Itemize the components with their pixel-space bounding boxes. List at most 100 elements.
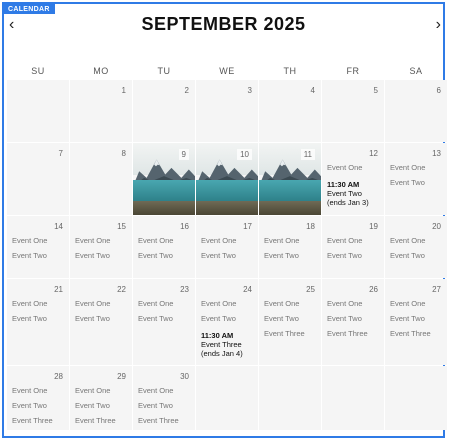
event-title[interactable]: Event One [12, 386, 47, 395]
event-title[interactable]: Event One [75, 299, 110, 308]
day-cell-7[interactable]: 7 [7, 143, 69, 215]
event-title[interactable]: Event One [327, 163, 362, 172]
day-cell-19[interactable]: 19 Event One Event Two [322, 216, 384, 278]
event-title[interactable]: Event One [390, 163, 425, 172]
day-cell-28[interactable]: 28 Event One Event Two Event Three [7, 366, 69, 430]
day-number: 1 [121, 86, 126, 95]
day-cell-26[interactable]: 26 Event One Event Two Event Three [322, 279, 384, 365]
event-title[interactable]: Event Three [138, 416, 179, 425]
event-title[interactable]: Event Three [12, 416, 53, 425]
weekday-mo: MO [93, 66, 109, 76]
event-title[interactable]: Event One [75, 386, 110, 395]
event-title[interactable]: Event Two [390, 314, 425, 323]
event-title[interactable]: Event Two [201, 251, 236, 260]
event-title[interactable]: Event Two [12, 401, 47, 410]
day-cell-20[interactable]: 20 Event One Event Two [385, 216, 447, 278]
day-cell-9[interactable]: 9 [133, 143, 195, 215]
event-title[interactable]: Event One [75, 236, 110, 245]
day-cell-21[interactable]: 21 Event One Event Two [7, 279, 69, 365]
event-title[interactable]: Event Two [264, 251, 299, 260]
day-cell-8[interactable]: 8 [70, 143, 132, 215]
day-number: 20 [432, 222, 441, 231]
event-title[interactable]: Event One [327, 236, 362, 245]
event-title[interactable]: Event Two [75, 401, 110, 410]
event-title[interactable]: Event Two [138, 314, 173, 323]
event-title[interactable]: Event Two [390, 178, 425, 187]
day-cell-24[interactable]: 24 Event One Event Two 11:30 AM Event Three(… [196, 279, 258, 365]
day-cell-17[interactable]: 17 Event One Event Two [196, 216, 258, 278]
event-title[interactable]: Event One [390, 299, 425, 308]
event-time-row: 11:30 AM [327, 180, 359, 189]
next-month-icon[interactable]: › [436, 17, 441, 33]
day-cell-16[interactable]: 16 Event One Event Two [133, 216, 195, 278]
empty-day-cell [7, 80, 69, 142]
day-number: 15 [117, 222, 126, 231]
event-title[interactable]: Event Two [75, 314, 110, 323]
event-title[interactable]: Event Two [201, 314, 236, 323]
event-title[interactable]: Event One [390, 236, 425, 245]
empty-day-cell [322, 366, 384, 430]
event-title[interactable]: Event Three [75, 416, 116, 425]
day-number: 30 [180, 372, 189, 381]
event-title[interactable]: Event One [264, 236, 299, 245]
day-number: 26 [369, 285, 378, 294]
day-cell-2[interactable]: 2 [133, 80, 195, 142]
day-cell-30[interactable]: 30 Event One Event Two Event Three [133, 366, 195, 430]
day-number: 24 [243, 285, 252, 294]
event-title[interactable]: Event Two [75, 251, 110, 260]
event-title[interactable]: Event Three [201, 340, 242, 349]
day-cell-23[interactable]: 23 Event One Event Two [133, 279, 195, 365]
event-title[interactable]: Event Two [12, 314, 47, 323]
event-title[interactable]: Event One [264, 299, 299, 308]
event-time: 11:30 AM [327, 180, 360, 189]
day-cell-13[interactable]: 13 Event One Event Two [385, 143, 447, 215]
event-title[interactable]: Event One [201, 236, 236, 245]
event-title[interactable]: Event Two [12, 251, 47, 260]
event-title[interactable]: Event Three [390, 329, 431, 338]
event-title[interactable]: Event One [12, 236, 47, 245]
day-cell-1[interactable]: 1 [70, 80, 132, 142]
event-title[interactable]: Event Two [138, 401, 173, 410]
day-cell-15[interactable]: 15 Event One Event Two [70, 216, 132, 278]
day-cell-25[interactable]: 25 Event One Event Two Event Three [259, 279, 321, 365]
event-title[interactable]: Event Two [138, 251, 173, 260]
event-title[interactable]: Event Three [327, 329, 368, 338]
day-number: 21 [54, 285, 63, 294]
event-title[interactable]: Event Three [264, 329, 305, 338]
day-number: 10 [237, 149, 252, 160]
day-number: 18 [306, 222, 315, 231]
event-title[interactable]: Event One [327, 299, 362, 308]
event-title[interactable]: Event One [138, 386, 173, 395]
weekday-su: SU [31, 66, 45, 76]
weekday-fr: FR [346, 66, 360, 76]
event-title[interactable]: Event One [12, 299, 47, 308]
event-note: (ends Jan 4) [201, 349, 243, 358]
event-title[interactable]: Event Two [264, 314, 299, 323]
day-cell-27[interactable]: 27 Event One Event Two Event Three [385, 279, 447, 365]
day-cell-22[interactable]: 22 Event One Event Two [70, 279, 132, 365]
day-cell-4[interactable]: 4 [259, 80, 321, 142]
day-cell-3[interactable]: 3 [196, 80, 258, 142]
day-cell-5[interactable]: 5 [322, 80, 384, 142]
event-title[interactable]: Event Two [327, 251, 362, 260]
day-cell-18[interactable]: 18 Event One Event Two [259, 216, 321, 278]
empty-day-cell [196, 366, 258, 430]
event-title[interactable]: Event Two [327, 189, 362, 198]
day-cell-6[interactable]: 6 [385, 80, 447, 142]
event-title[interactable]: Event One [201, 299, 236, 308]
event-title[interactable]: Event Two [390, 251, 425, 260]
event-title[interactable]: Event Two [327, 314, 362, 323]
day-number: 16 [180, 222, 189, 231]
day-number: 17 [243, 222, 252, 231]
event-title[interactable]: Event One [138, 236, 173, 245]
day-cell-11[interactable]: 11 [259, 143, 321, 215]
day-cell-10[interactable]: 10 [196, 143, 258, 215]
day-cell-12[interactable]: 12 Event One 11:30 AM Event Two (ends Jan 3) [322, 143, 384, 215]
event-title[interactable]: Event One [138, 299, 173, 308]
day-number: 5 [373, 86, 378, 95]
day-cell-14[interactable]: 14 Event One Event Two [7, 216, 69, 278]
weekday-tu: TU [157, 66, 171, 76]
day-cell-29[interactable]: 29 Event One Event Two Event Three [70, 366, 132, 430]
day-number: 25 [306, 285, 315, 294]
event-time-row: 11:30 AM [201, 331, 233, 340]
